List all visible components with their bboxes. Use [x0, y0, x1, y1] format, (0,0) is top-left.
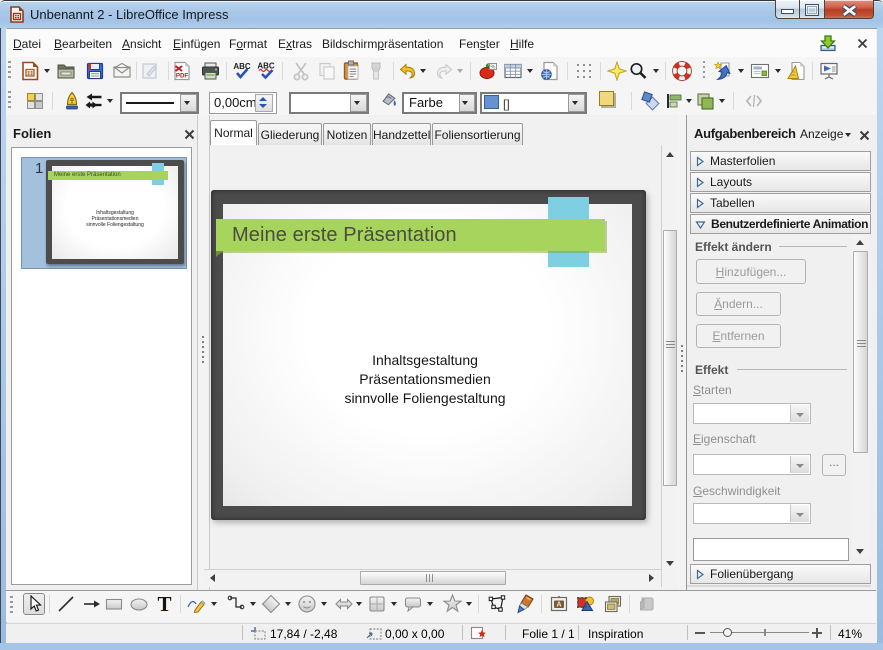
svg-text:ABC: ABC [233, 62, 251, 71]
svg-text:A: A [556, 602, 561, 609]
svg-text:PDF: PDF [176, 73, 189, 80]
svg-text:%: % [491, 65, 496, 71]
